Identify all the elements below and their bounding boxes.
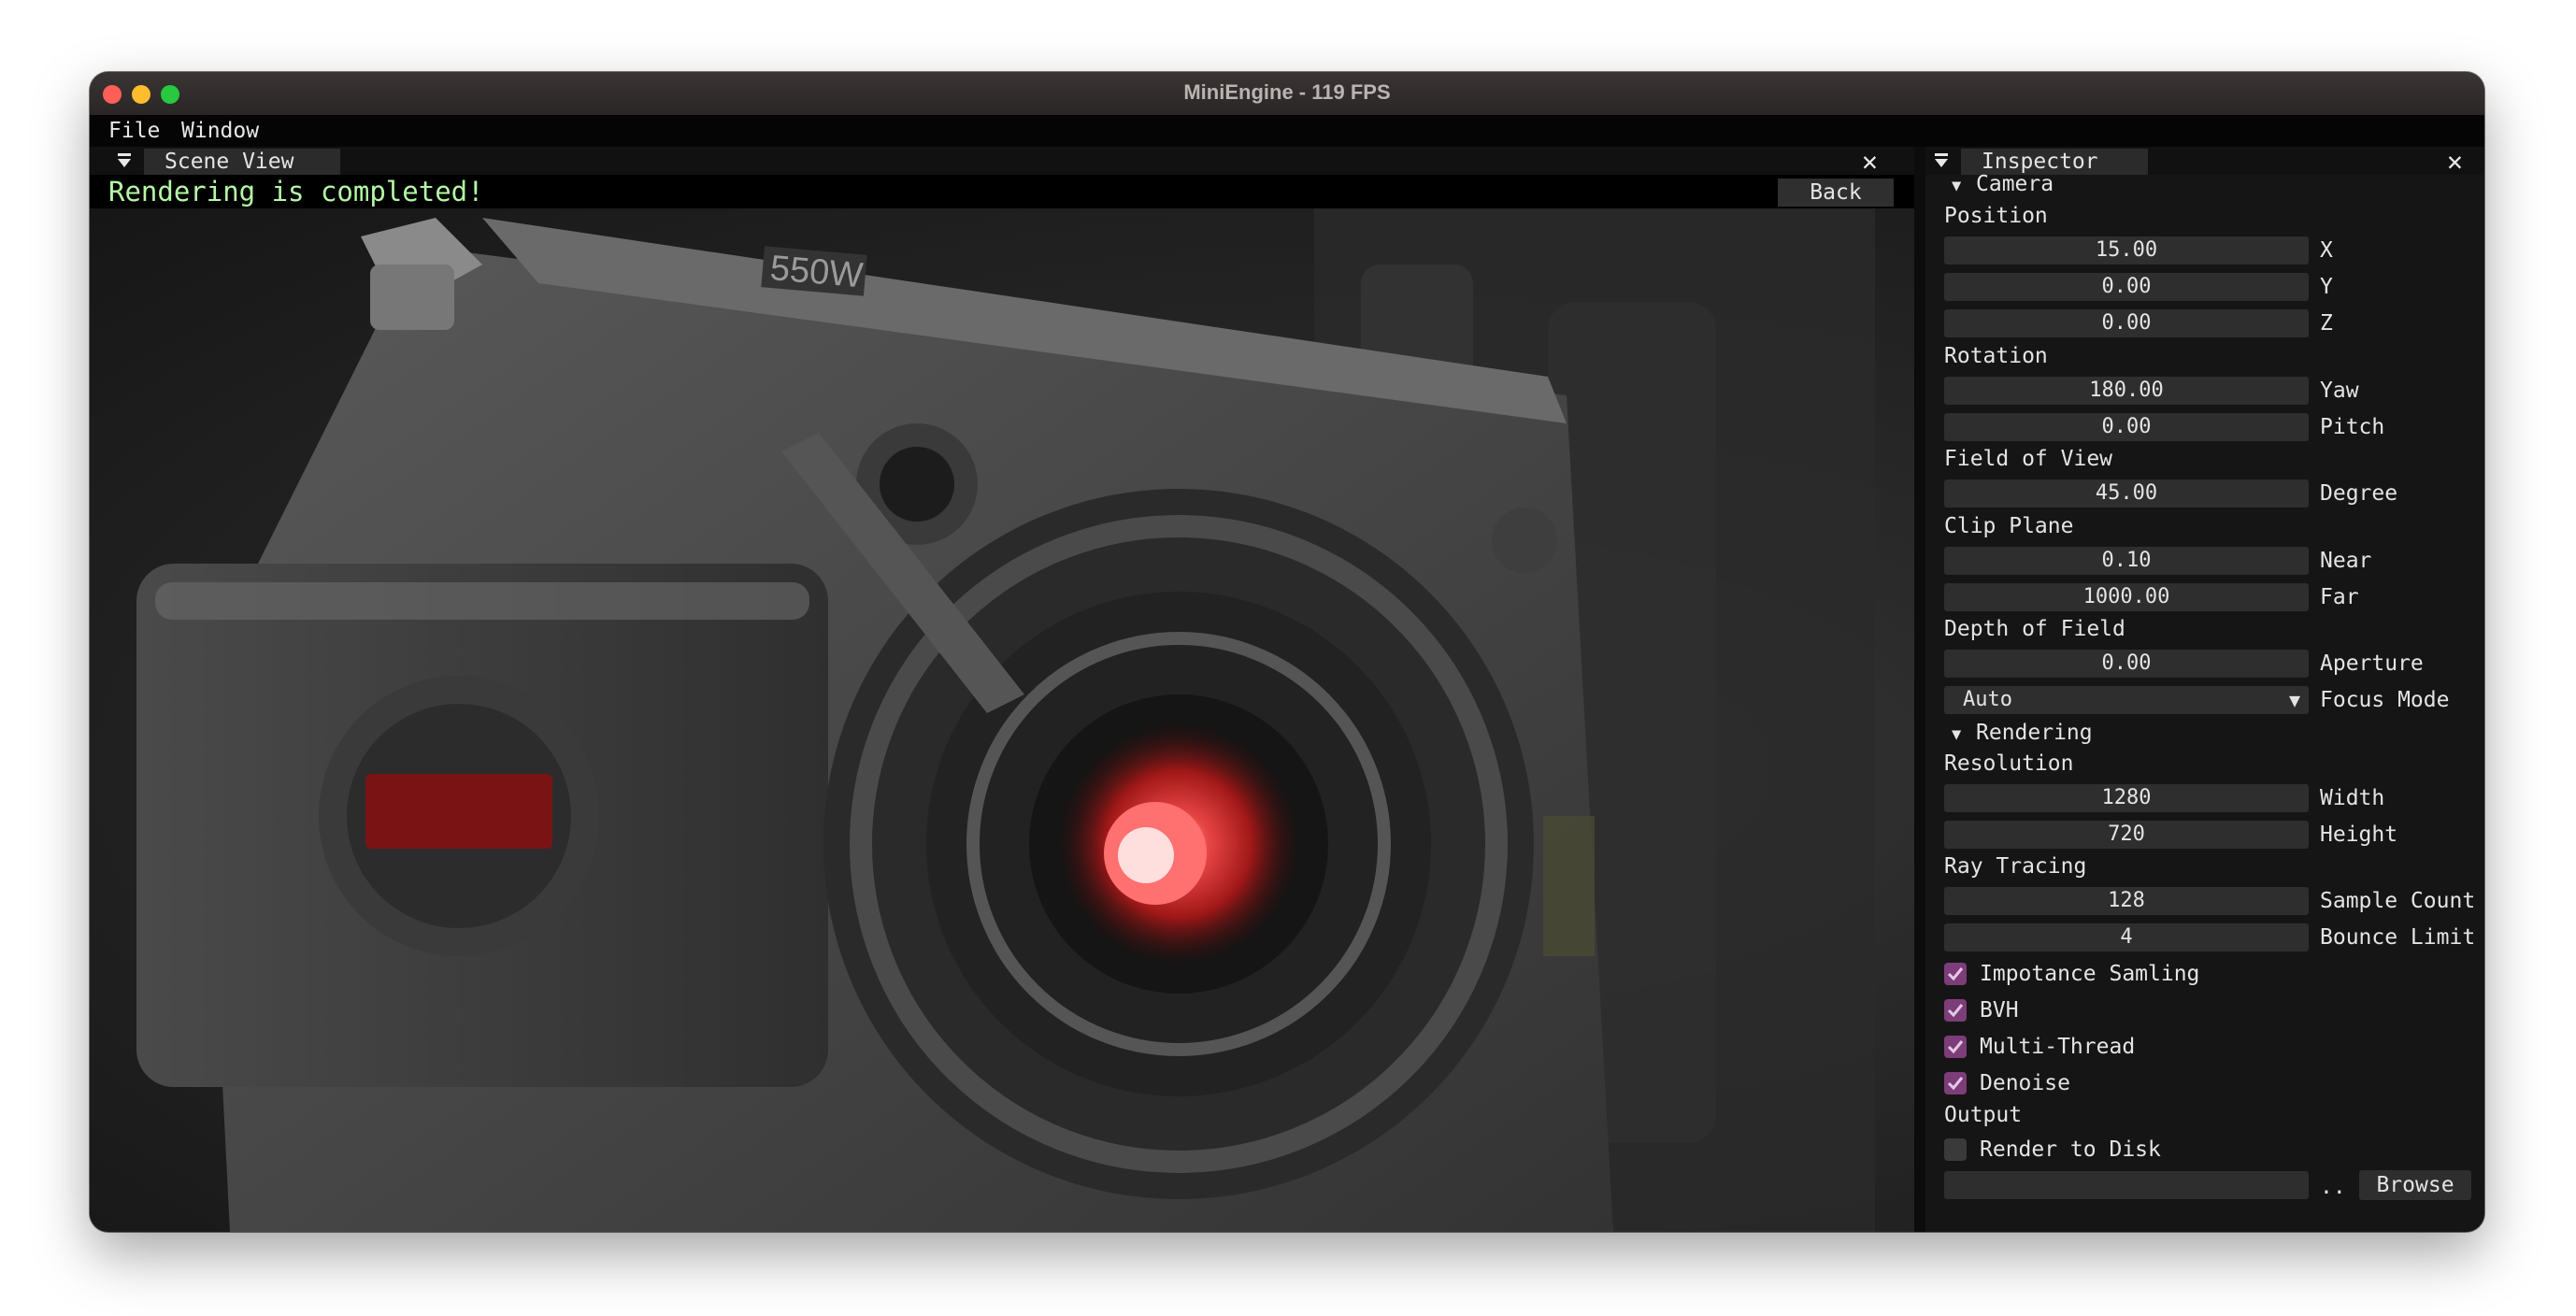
render-to-disk-checkbox[interactable] — [1944, 1138, 1967, 1161]
dof-label: Depth of Field — [1944, 617, 2125, 641]
render-status-text: Rendering is completed! — [108, 176, 484, 207]
resolution-width-label: Width — [2320, 786, 2385, 810]
aperture-field[interactable]: 0.00 — [1944, 650, 2309, 678]
app-window: MiniEngine - 119 FPS File Window Scene V… — [90, 72, 2484, 1232]
clip-far-field[interactable]: 1000.00 — [1944, 583, 2309, 611]
rotation-yaw-field[interactable]: 180.00 — [1944, 377, 2309, 405]
camera-section-header[interactable]: ▼ Camera — [1952, 171, 2054, 199]
rotation-yaw-label: Yaw — [2320, 379, 2359, 403]
menu-file[interactable]: File — [108, 119, 160, 143]
checkmark-icon — [1947, 1077, 1964, 1091]
close-icon[interactable]: ✕ — [2447, 149, 2463, 175]
multi-thread-checkbox[interactable] — [1944, 1036, 1967, 1058]
sample-count-field[interactable]: 128 — [1944, 887, 2309, 915]
tab-collapse-icon[interactable] — [1933, 150, 1950, 177]
rendering-section-header[interactable]: ▼ Rendering — [1952, 720, 2093, 748]
rotation-pitch-label: Pitch — [2320, 415, 2385, 439]
bvh-checkbox[interactable] — [1944, 999, 1967, 1022]
triangle-down-icon: ▼ — [1952, 177, 1962, 195]
clip-near-field[interactable]: 0.10 — [1944, 547, 2309, 575]
dropdown-arrow-icon[interactable]: ▼ — [2281, 686, 2309, 714]
render-to-disk-label: Render to Disk — [1980, 1137, 2161, 1162]
aperture-label: Aperture — [2320, 651, 2424, 676]
menu-bar: File Window — [90, 115, 2484, 147]
camera-power-label: 550W — [768, 249, 865, 296]
render-viewport[interactable]: 550W — [90, 208, 1914, 1232]
multi-thread-label: Multi-Thread — [1980, 1035, 2136, 1059]
focus-mode-value: Auto — [1963, 688, 2012, 711]
resolution-height-label: Height — [2320, 822, 2398, 847]
fov-field[interactable]: 45.00 — [1944, 479, 2309, 508]
resolution-height-field[interactable]: 720 — [1944, 821, 2309, 849]
denoise-checkbox[interactable] — [1944, 1072, 1967, 1094]
bounce-limit-field[interactable]: 4 — [1944, 923, 2309, 951]
position-x-label: X — [2320, 238, 2333, 263]
checkmark-icon — [1947, 1004, 1964, 1018]
clip-plane-label: Clip Plane — [1944, 514, 2074, 538]
clip-near-label: Near — [2320, 549, 2372, 573]
panel-divider[interactable] — [1914, 147, 1925, 1232]
resolution-width-field[interactable]: 1280 — [1944, 784, 2309, 812]
path-ellipsis: .. — [2320, 1175, 2346, 1199]
fov-label: Field of View — [1944, 447, 2113, 471]
tab-scene-view[interactable]: Scene View — [144, 149, 340, 175]
fov-unit-label: Degree — [2320, 481, 2398, 506]
title-bar: MiniEngine - 119 FPS — [90, 72, 2484, 116]
bounce-limit-label: Bounce Limit — [2320, 925, 2476, 950]
position-y-field[interactable]: 0.00 — [1944, 273, 2309, 301]
tab-collapse-icon[interactable] — [116, 150, 133, 177]
browse-button[interactable]: Browse — [2359, 1170, 2471, 1200]
ray-tracing-label: Ray Tracing — [1944, 854, 2087, 879]
output-path-field[interactable] — [1944, 1171, 2309, 1199]
clip-far-label: Far — [2320, 585, 2359, 609]
position-x-field[interactable]: 15.00 — [1944, 236, 2309, 265]
bvh-label: BVH — [1980, 998, 2019, 1023]
window-title: MiniEngine - 119 FPS — [1183, 80, 1391, 104]
checkmark-icon — [1947, 967, 1964, 981]
output-label: Output — [1944, 1103, 2023, 1127]
focus-mode-label: Focus Mode — [2320, 688, 2450, 712]
inspector-panel: Inspector ✕ ▼ Camera Position 15.00 X 0.0… — [1925, 147, 2484, 1232]
sample-count-label: Sample Count — [2320, 889, 2476, 913]
scene-status-bar: Rendering is completed! Back — [90, 175, 1914, 208]
resolution-label: Resolution — [1944, 751, 2074, 776]
scene-view-tabbar: Scene View ✕ — [90, 147, 1914, 175]
menu-window[interactable]: Window — [181, 119, 259, 143]
triangle-down-icon: ▼ — [1952, 725, 1962, 744]
rotation-pitch-field[interactable]: 0.00 — [1944, 413, 2309, 441]
close-icon[interactable]: ✕ — [1862, 149, 1878, 175]
position-z-field[interactable]: 0.00 — [1944, 309, 2309, 337]
checkmark-icon — [1947, 1040, 1964, 1054]
denoise-label: Denoise — [1980, 1071, 2070, 1095]
position-z-label: Z — [2320, 311, 2333, 336]
focus-mode-select[interactable]: Auto ▼ — [1944, 686, 2309, 714]
importance-sampling-checkbox[interactable] — [1944, 963, 1967, 985]
position-label: Position — [1944, 204, 2048, 228]
rendered-camera-image: 550W — [136, 208, 1875, 1232]
importance-sampling-label: Impotance Samling — [1980, 962, 2200, 986]
position-y-label: Y — [2320, 275, 2333, 299]
back-button[interactable]: Back — [1778, 179, 1894, 207]
rotation-label: Rotation — [1944, 344, 2048, 368]
